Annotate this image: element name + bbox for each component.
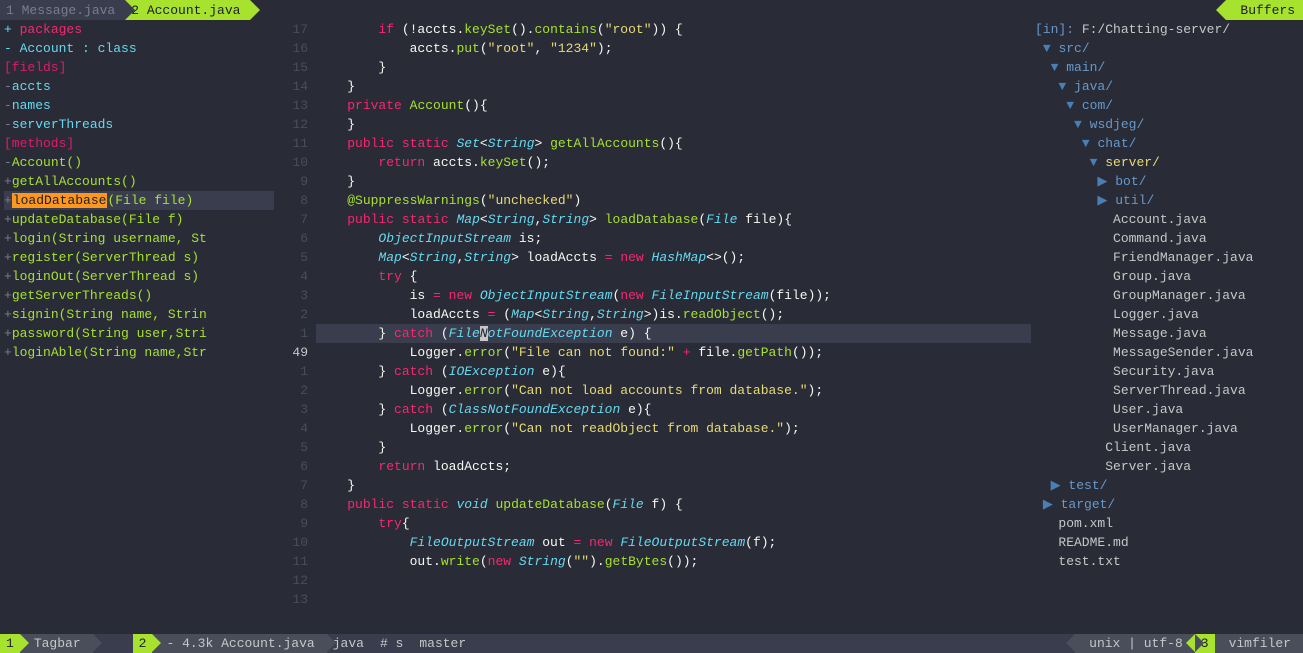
code-line[interactable]: Logger.error("Can not load accounts from… [316,381,1031,400]
tagbar-item[interactable]: -names [4,96,274,115]
code-line[interactable]: public static Map<String,String> loadDat… [316,210,1031,229]
filetree-item[interactable]: User.java [1035,400,1299,419]
filetree-item[interactable]: ServerThread.java [1035,381,1299,400]
filetree-item[interactable]: ▶ util/ [1035,191,1299,210]
code-line[interactable]: } [316,115,1031,134]
filetree-header: [in]: F:/Chatting-server/ [1035,20,1299,39]
filetree-item[interactable]: ▶ target/ [1035,495,1299,514]
filetree-item[interactable]: ▼ src/ [1035,39,1299,58]
filetree-item[interactable]: Client.java [1035,438,1299,457]
filetree-item[interactable]: Security.java [1035,362,1299,381]
filetree-item[interactable]: pom.xml [1035,514,1299,533]
line-gutter: 1716151413121110987654321491234567891011… [278,20,316,634]
filetree-item[interactable]: MessageSender.java [1035,343,1299,362]
filetree-item[interactable]: README.md [1035,533,1299,552]
filetree-item[interactable]: ▼ server/ [1035,153,1299,172]
code-line[interactable]: loadAccts = (Map<String,String>)is.readO… [316,305,1031,324]
code-line[interactable]: try { [316,267,1031,286]
code-line[interactable]: } catch (ClassNotFoundException e){ [316,400,1031,419]
filetree-item[interactable]: Group.java [1035,267,1299,286]
main-area: + packages- Account : class [fields] -ac… [0,20,1303,634]
code-line[interactable]: FileOutputStream out = new FileOutputStr… [316,533,1031,552]
tagbar-item[interactable]: +getServerThreads() [4,286,274,305]
tagbar-item[interactable]: + packages [4,20,274,39]
code-line[interactable]: } [316,77,1031,96]
status-bar: 1 Tagbar 2 - 4.3k Account.java java # s … [0,634,1303,653]
tagbar-item[interactable]: -accts [4,77,274,96]
status-win-1[interactable]: 1 [0,634,20,653]
code-line[interactable]: ObjectInputStream is; [316,229,1031,248]
filetree-item[interactable]: Account.java [1035,210,1299,229]
filetree-item[interactable]: Logger.java [1035,305,1299,324]
filetree-item[interactable]: ▶ test/ [1035,476,1299,495]
tab-message-java[interactable]: 1 Message.java [0,0,125,20]
status-encoding: unix | utf-8 [1075,634,1195,653]
status-file-info: - 4.3k Account.java [152,634,326,653]
filetree-item[interactable]: ▼ java/ [1035,77,1299,96]
filetree-item[interactable]: FriendManager.java [1035,248,1299,267]
code-line[interactable]: Map<String,String> loadAccts = new HashM… [316,248,1031,267]
code-line[interactable]: accts.put("root", "1234"); [316,39,1031,58]
filetree-item[interactable]: ▼ main/ [1035,58,1299,77]
buffers-button[interactable]: Buffers [1226,0,1303,20]
filetree-panel[interactable]: [in]: F:/Chatting-server/ ▼ src/ ▼ main/… [1031,20,1303,634]
tagbar-item[interactable]: +loginOut(ServerThread s) [4,267,274,286]
status-branch: master [413,634,476,653]
code-line[interactable]: } [316,172,1031,191]
filetree-item[interactable]: UserManager.java [1035,419,1299,438]
code-line[interactable]: try{ [316,514,1031,533]
code-line[interactable]: @SuppressWarnings("unchecked") [316,191,1031,210]
tagbar-item[interactable]: +password(String user,Stri [4,324,274,343]
filetree-item[interactable]: Server.java [1035,457,1299,476]
code-line[interactable]: } [316,58,1031,77]
status-vimfiler-label: vimfiler [1215,634,1303,653]
tagbar-item[interactable]: +login(String username, St [4,229,274,248]
filetree-item[interactable]: GroupManager.java [1035,286,1299,305]
code-line[interactable]: return loadAccts; [316,457,1031,476]
code-line[interactable]: public static void updateDatabase(File f… [316,495,1031,514]
tagbar-item[interactable]: [fields] [4,58,274,77]
code-line[interactable]: public static Set<String> getAllAccounts… [316,134,1031,153]
code-line[interactable]: } catch (FileNotFoundException e) { [316,324,1031,343]
tagbar-item[interactable]: +loadDatabase(File file) [4,191,274,210]
code-line[interactable]: return accts.keySet(); [316,153,1031,172]
tagbar-item[interactable]: -Account() [4,153,274,172]
code-line[interactable]: if (!accts.keySet().contains("root")) { [316,20,1031,39]
editor-panel[interactable]: 1716151413121110987654321491234567891011… [278,20,1031,634]
filetree-item[interactable]: ▼ wsdjeg/ [1035,115,1299,134]
status-win-2[interactable]: 2 [133,634,153,653]
tagbar-item[interactable]: [methods] [4,134,274,153]
tagbar-item[interactable]: +loginAble(String name,Str [4,343,274,362]
filetree-item[interactable]: ▼ chat/ [1035,134,1299,153]
filetree-item[interactable]: Message.java [1035,324,1299,343]
filetree-item[interactable]: Command.java [1035,229,1299,248]
tagbar-item[interactable]: - Account : class [4,39,274,58]
tagbar-item[interactable]: +updateDatabase(File f) [4,210,274,229]
tagbar-item[interactable]: +register(ServerThread s) [4,248,274,267]
filetree-item[interactable]: test.txt [1035,552,1299,571]
tagbar-item[interactable]: +getAllAccounts() [4,172,274,191]
tab-bar: 1 Message.java2 Account.java Buffers [0,0,1303,20]
tagbar-panel[interactable]: + packages- Account : class [fields] -ac… [0,20,278,634]
code-area[interactable]: if (!accts.keySet().contains("root")) { … [316,20,1031,634]
code-line[interactable]: out.write(new String("").getBytes()); [316,552,1031,571]
code-line[interactable]: } [316,476,1031,495]
status-tagbar-label: Tagbar [20,634,93,653]
code-line[interactable]: private Account(){ [316,96,1031,115]
tagbar-item[interactable]: +signin(String name, Strin [4,305,274,324]
tagbar-item[interactable]: -serverThreads [4,115,274,134]
filetree-item[interactable]: ▼ com/ [1035,96,1299,115]
filetree-item[interactable]: ▶ bot/ [1035,172,1299,191]
code-line[interactable]: } [316,438,1031,457]
code-line[interactable]: Logger.error("Can not readObject from da… [316,419,1031,438]
code-line[interactable]: } catch (IOException e){ [316,362,1031,381]
tab-account-java[interactable]: 2 Account.java [125,0,250,20]
code-line[interactable]: is = new ObjectInputStream(new FileInput… [316,286,1031,305]
code-line[interactable]: Logger.error("File can not found:" + fil… [316,343,1031,362]
status-branch-icon: # s [374,634,413,653]
